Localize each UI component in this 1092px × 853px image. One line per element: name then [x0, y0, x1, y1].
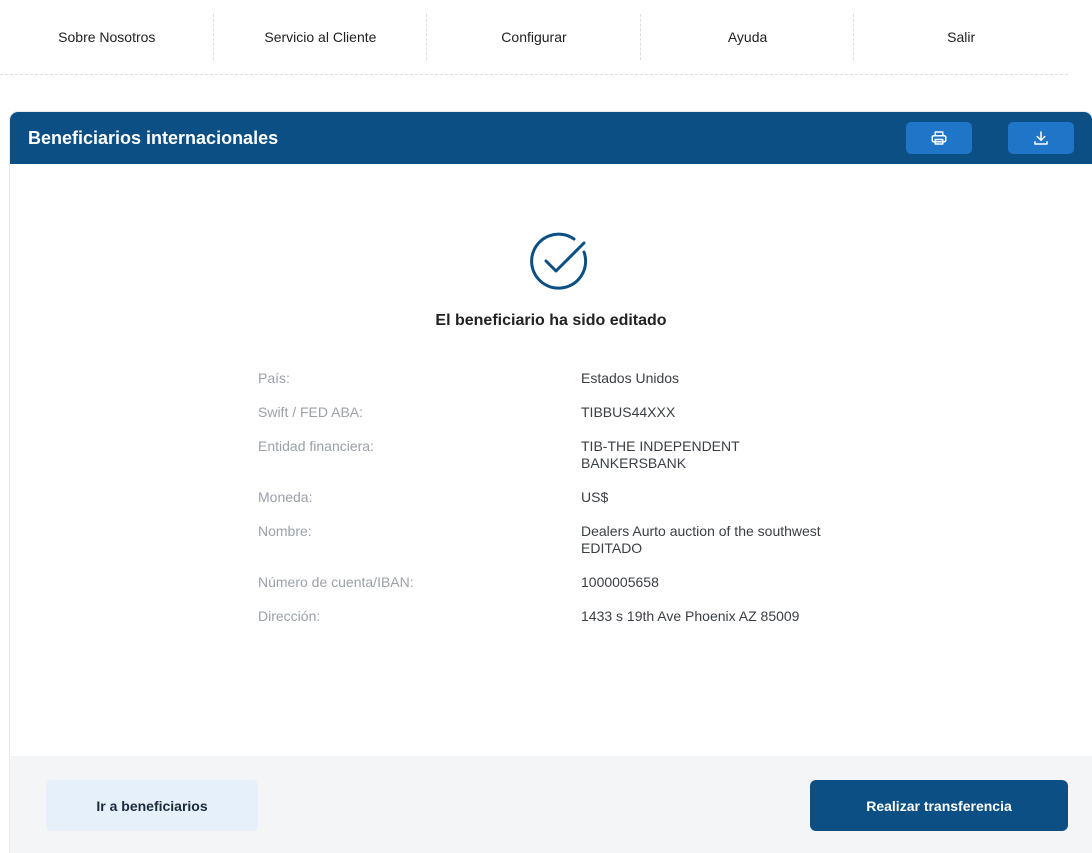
detail-label: Nombre: — [258, 523, 312, 539]
nav-item-configurar[interactable]: Configurar — [427, 0, 641, 74]
nav-item-sobre-nosotros[interactable]: Sobre Nosotros — [0, 0, 214, 74]
detail-value: Dealers Aurto auction of the southwest E… — [581, 523, 821, 556]
beneficiary-details: País: Estados Unidos Swift / FED ABA: TI… — [258, 370, 858, 642]
top-navigation: Sobre Nosotros Servicio al Cliente Confi… — [0, 0, 1068, 75]
detail-row-nombre: Nombre: Dealers Aurto auction of the sou… — [258, 523, 858, 557]
detail-row-pais: País: Estados Unidos — [258, 370, 858, 387]
detail-row-entidad: Entidad financiera: TIB-THE INDEPENDENT … — [258, 438, 858, 472]
detail-row-direccion: Dirección: 1433 s 19th Ave Phoenix AZ 85… — [258, 608, 858, 625]
go-to-beneficiaries-button[interactable]: Ir a beneficiarios — [46, 780, 258, 831]
beneficiary-card: Beneficiarios internacionales El benefic… — [10, 112, 1092, 853]
detail-row-cuenta: Número de cuenta/IBAN: 1000005658 — [258, 574, 858, 591]
detail-label: Dirección: — [258, 608, 321, 624]
card-title: Beneficiarios internacionales — [28, 127, 279, 148]
detail-row-swift: Swift / FED ABA: TIBBUS44XXX — [258, 404, 858, 421]
detail-label: Número de cuenta/IBAN: — [258, 574, 414, 590]
nav-item-salir[interactable]: Salir — [854, 0, 1068, 74]
detail-value: 1000005658 — [581, 574, 659, 590]
detail-label: Swift / FED ABA: — [258, 404, 364, 420]
detail-value: US$ — [581, 489, 609, 505]
card-body: El beneficiario ha sido editado País: Es… — [10, 164, 1092, 757]
card-header: Beneficiarios internacionales — [10, 112, 1092, 164]
nav-item-ayuda[interactable]: Ayuda — [641, 0, 855, 74]
print-button[interactable] — [906, 122, 972, 154]
detail-value: 1433 s 19th Ave Phoenix AZ 85009 — [581, 608, 800, 624]
detail-row-moneda: Moneda: US$ — [258, 489, 858, 506]
detail-value: TIBBUS44XXX — [581, 404, 676, 420]
detail-label: Moneda: — [258, 489, 313, 505]
nav-item-servicio-al-cliente[interactable]: Servicio al Cliente — [214, 0, 428, 74]
card-footer: Ir a beneficiarios Realizar transferenci… — [10, 756, 1092, 853]
detail-value: TIB-THE INDEPENDENT BANKERSBANK — [581, 438, 740, 471]
detail-label: Entidad financiera: — [258, 438, 374, 454]
check-circle-icon — [530, 232, 588, 290]
detail-label: País: — [258, 370, 290, 386]
success-message: El beneficiario ha sido editado — [435, 312, 667, 329]
download-button[interactable] — [1008, 122, 1074, 154]
make-transfer-button[interactable]: Realizar transferencia — [810, 780, 1068, 831]
printer-icon — [931, 131, 947, 145]
download-icon — [1034, 131, 1048, 145]
detail-value: Estados Unidos — [581, 370, 680, 386]
